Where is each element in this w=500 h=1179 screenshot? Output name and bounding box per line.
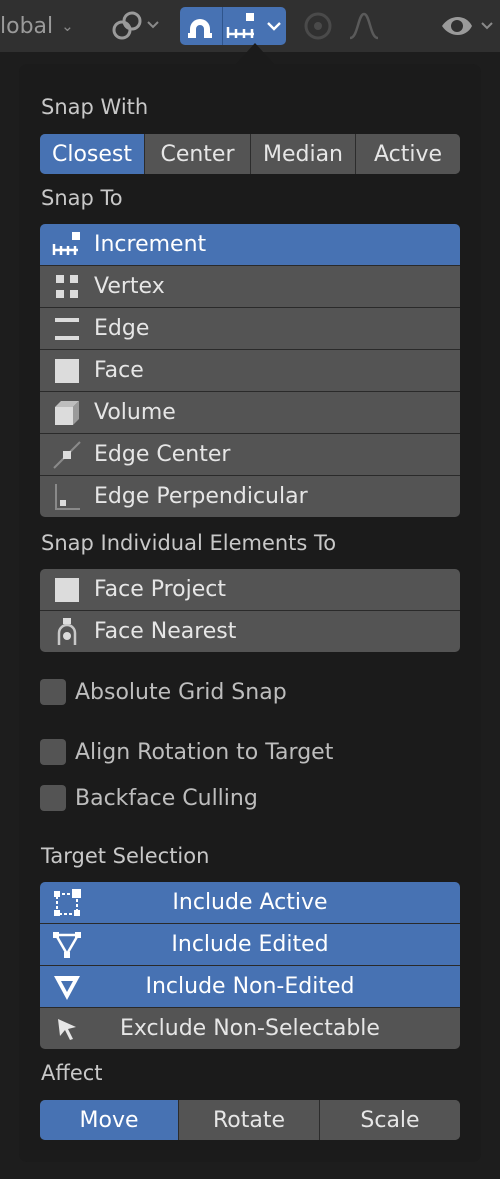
affect-scale-button[interactable]: Scale	[319, 1100, 460, 1140]
snap-with-center-button[interactable]: Center	[144, 134, 250, 174]
include-active-label: Include Active	[172, 890, 328, 915]
align-rotation-checkbox[interactable]: Align Rotation to Target	[40, 737, 333, 767]
increment-icon	[226, 13, 254, 38]
include-active-item[interactable]: Include Active	[40, 882, 460, 923]
absolute-grid-snap-label: Absolute Grid Snap	[75, 679, 287, 705]
include-edited-item[interactable]: Include Edited	[40, 923, 460, 965]
snap-to-edge-item[interactable]: Edge	[40, 307, 460, 349]
edge-perpendicular-icon	[40, 476, 94, 517]
target-selection-label: Target Selection	[41, 844, 210, 868]
snap-to-increment-item[interactable]: Increment	[40, 224, 460, 265]
snap-to-vertex-item[interactable]: Vertex	[40, 265, 460, 307]
vertex-icon	[40, 266, 94, 307]
snap-to-volume-item[interactable]: Volume	[40, 391, 460, 433]
face-nearest-item[interactable]: Face Nearest	[40, 610, 460, 652]
snap-with-median-button[interactable]: Median	[250, 134, 355, 174]
face-project-label: Face Project	[94, 577, 227, 602]
snap-to-edge-center-item[interactable]: Edge Center	[40, 433, 460, 475]
snap-with-active-button[interactable]: Active	[355, 134, 460, 174]
snap-individual-list: Face Project Face Nearest	[40, 569, 460, 652]
face-icon	[40, 350, 94, 391]
affect-label: Affect	[41, 1061, 103, 1085]
snap-with-closest-button[interactable]: Closest	[40, 134, 144, 174]
affect-move-button[interactable]: Move	[40, 1100, 178, 1140]
include-non-edited-label: Include Non-Edited	[145, 974, 355, 999]
magnet-icon	[188, 19, 212, 38]
snap-to-label: Snap To	[41, 186, 123, 210]
target-selection-list: Include Active Include Edited Include No…	[40, 882, 460, 1049]
checkbox-box[interactable]	[40, 785, 66, 811]
backface-culling-label: Backface Culling	[75, 785, 258, 811]
affect-selector: Move Rotate Scale	[40, 1100, 460, 1140]
increment-icon	[40, 224, 94, 265]
snap-to-item-label: Increment	[94, 232, 207, 257]
visibility-dropdown[interactable]	[438, 8, 498, 44]
transform-orientation-dropdown[interactable]: lobal ⌄	[0, 8, 74, 44]
face-project-icon	[40, 569, 94, 610]
snap-with-selector: Closest Center Median Active	[40, 134, 460, 174]
snap-to-edge-perpendicular-item[interactable]: Edge Perpendicular	[40, 475, 460, 517]
face-nearest-label: Face Nearest	[94, 619, 237, 644]
exclude-non-selectable-item[interactable]: Exclude Non-Selectable	[40, 1007, 460, 1049]
align-rotation-label: Align Rotation to Target	[75, 739, 334, 765]
edge-icon	[40, 308, 94, 349]
edge-center-icon	[40, 434, 94, 475]
snap-to-list: Increment Vertex Edge Face Volume Edge C…	[40, 224, 460, 517]
include-non-edited-item[interactable]: Include Non-Edited	[40, 965, 460, 1007]
snap-to-item-label: Vertex	[94, 274, 165, 299]
snap-to-item-label: Face	[94, 358, 144, 383]
include-edited-label: Include Edited	[171, 932, 329, 957]
chevron-down-icon: ⌄	[61, 17, 74, 35]
absolute-grid-snap-checkbox[interactable]: Absolute Grid Snap	[40, 677, 287, 707]
affect-rotate-button[interactable]: Rotate	[178, 1100, 319, 1140]
snap-to-item-label: Edge Perpendicular	[94, 484, 308, 509]
snap-to-item-label: Volume	[94, 400, 176, 425]
snap-toggle-button[interactable]	[180, 7, 286, 45]
snap-to-item-label: Edge	[94, 316, 150, 341]
proportional-editing-toggle[interactable]	[300, 8, 390, 44]
face-project-item[interactable]: Face Project	[40, 569, 460, 610]
pivot-point-dropdown[interactable]	[108, 8, 160, 44]
pivot-link-icon	[112, 11, 159, 40]
popover-arrow	[235, 43, 275, 65]
proportional-circle-icon	[304, 12, 379, 40]
snap-to-item-label: Edge Center	[94, 442, 231, 467]
volume-icon	[40, 392, 94, 433]
face-nearest-icon	[40, 611, 94, 652]
chevron-down-icon	[267, 22, 281, 31]
transform-orientation-label: lobal	[0, 13, 54, 39]
snap-to-face-item[interactable]: Face	[40, 349, 460, 391]
checkbox-box[interactable]	[40, 739, 66, 765]
snap-with-label: Snap With	[41, 95, 149, 119]
backface-culling-checkbox[interactable]: Backface Culling	[40, 783, 258, 813]
eye-icon	[442, 17, 493, 35]
exclude-non-selectable-label: Exclude Non-Selectable	[120, 1016, 380, 1041]
checkbox-box[interactable]	[40, 679, 66, 705]
snap-individual-label: Snap Individual Elements To	[41, 531, 337, 555]
